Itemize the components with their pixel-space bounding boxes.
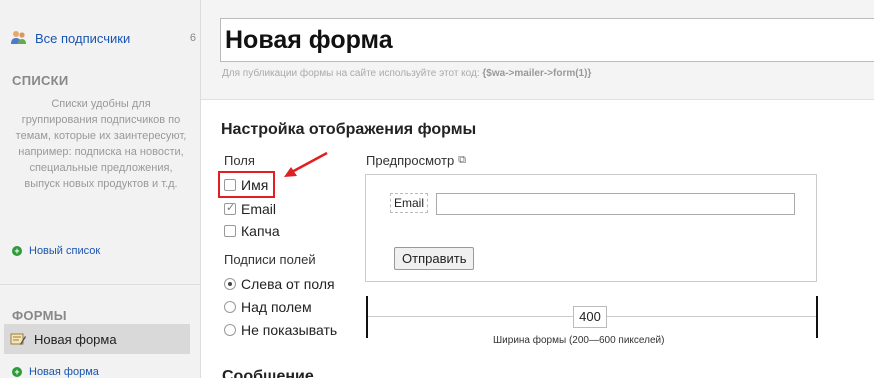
- all-subscribers-count: 6: [189, 32, 196, 44]
- section-title: Настройка отображения формы: [221, 121, 477, 138]
- radio[interactable]: [224, 324, 236, 336]
- all-subscribers-label: Все подписчики: [35, 30, 131, 46]
- form-icon: [10, 333, 26, 345]
- field-email-checkbox[interactable]: Email: [224, 201, 276, 217]
- forms-heading: ФОРМЫ: [12, 308, 67, 323]
- form-header: Новая форма Для публикации формы на сайт…: [201, 0, 874, 100]
- plus-icon: +: [12, 246, 22, 256]
- label-position-left: Слева от поля: [241, 276, 335, 292]
- fields-label: Поля: [224, 153, 255, 168]
- lists-heading: СПИСКИ: [12, 73, 69, 88]
- radio-selected[interactable]: [224, 278, 236, 290]
- new-form-label: Новая форма: [29, 366, 99, 378]
- lists-description: Списки удобны для группирования подписчи…: [15, 98, 187, 190]
- checkbox-checked[interactable]: [224, 201, 236, 215]
- field-labels-title: Подписи полей: [224, 252, 316, 267]
- cutoff-heading: Сообщение: [222, 368, 314, 378]
- highlight-box: [218, 171, 275, 198]
- width-caption: Ширина формы (200—600 пикселей): [493, 335, 665, 346]
- sidebar-item-new-form[interactable]: Новая форма: [4, 324, 190, 354]
- preview-label: Предпросмотр ⧉: [366, 153, 466, 168]
- red-arrow-icon: [284, 151, 328, 177]
- preview-email-label: Email: [390, 193, 429, 213]
- new-list-label: Новый список: [29, 245, 101, 257]
- label-position-none-radio[interactable]: Не показывать: [224, 322, 337, 338]
- radio[interactable]: [224, 301, 236, 313]
- ruler-left-handle[interactable]: [366, 296, 368, 338]
- users-icon: [11, 31, 26, 44]
- all-subscribers-link[interactable]: Все подписчики 6: [10, 28, 196, 48]
- preview-label-text: Предпросмотр: [366, 153, 455, 168]
- publish-hint-code: {$wa->mailer->form(1)}: [482, 68, 592, 79]
- form-preview: Email Отправить: [365, 174, 817, 282]
- preview-email-input[interactable]: [436, 193, 795, 215]
- publish-hint-text: Для публикации формы на сайте используйт…: [222, 68, 480, 79]
- label-position-left-radio[interactable]: Слева от поля: [224, 276, 335, 292]
- form-width-input[interactable]: 400: [573, 306, 607, 328]
- ruler-right-handle[interactable]: [816, 296, 818, 338]
- field-captcha-checkbox[interactable]: Капча: [224, 223, 280, 239]
- preview-submit-button[interactable]: Отправить: [394, 247, 475, 270]
- new-form-link[interactable]: + Новая форма: [12, 366, 99, 378]
- form-title-value: Новая форма: [225, 25, 393, 54]
- new-list-link[interactable]: + Новый список: [12, 245, 100, 257]
- field-email-label: Email: [241, 201, 277, 217]
- label-position-none: Не показывать: [241, 322, 338, 338]
- external-window-icon[interactable]: ⧉: [458, 154, 466, 167]
- checkbox[interactable]: [224, 225, 236, 237]
- label-position-above: Над полем: [241, 299, 312, 315]
- publish-hint: Для публикации формы на сайте используйт…: [222, 68, 591, 79]
- field-captcha-label: Капча: [241, 223, 280, 239]
- sidebar-divider: [0, 284, 200, 285]
- form-title-input[interactable]: Новая форма: [220, 18, 874, 62]
- label-position-above-radio[interactable]: Над полем: [224, 299, 312, 315]
- plus-icon: +: [12, 367, 22, 377]
- sidebar: Все подписчики 6 СПИСКИ Списки удобны дл…: [0, 0, 201, 378]
- sidebar-item-label: Новая форма: [34, 331, 117, 347]
